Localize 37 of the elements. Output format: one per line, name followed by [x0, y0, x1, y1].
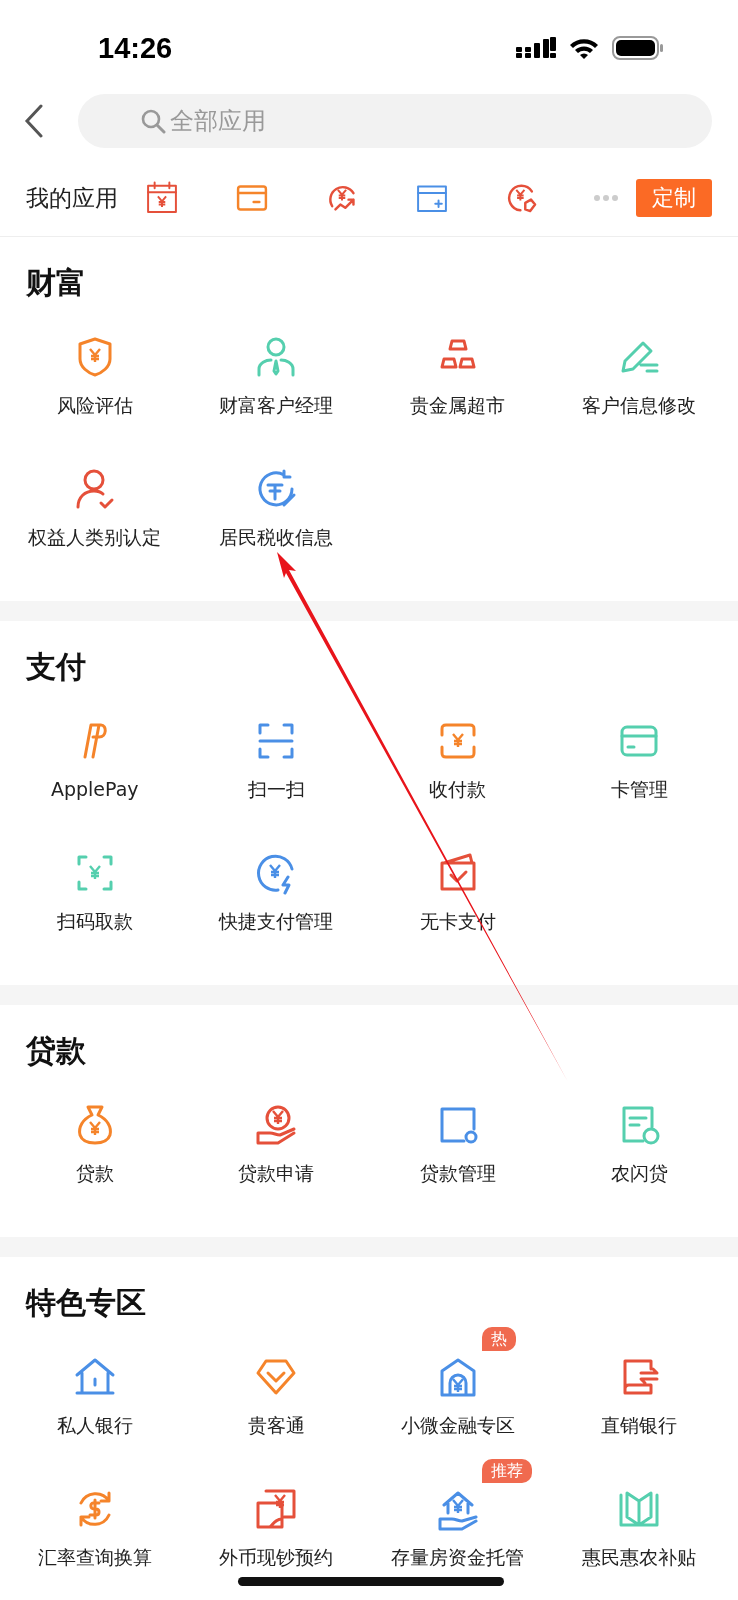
app-label[interactable]: 收付款	[429, 777, 487, 801]
app-label[interactable]: 私人银行	[56, 1413, 133, 1437]
section-title: 财富	[25, 264, 87, 302]
app-label[interactable]: 惠民惠农补贴	[582, 1545, 697, 1569]
app-label[interactable]: 存量房资金托管	[391, 1545, 525, 1569]
app-label[interactable]: 贵金属超市	[410, 393, 506, 417]
app-label[interactable]: 贷款管理	[419, 1161, 496, 1185]
app-label[interactable]: 权益人类别认定	[28, 525, 162, 549]
app-label[interactable]: 居民税收信息	[219, 525, 334, 549]
section-title: 贷款	[25, 1032, 87, 1070]
badge: 推荐	[481, 1459, 532, 1483]
section-title: 支付	[25, 648, 87, 686]
section-title: 特色专区	[24, 1284, 147, 1322]
app-label[interactable]: 贵客通	[247, 1413, 305, 1437]
app-label[interactable]: 财富客户经理	[219, 393, 334, 417]
app-label[interactable]: 卡管理	[610, 777, 668, 801]
app-label[interactable]: 扫一扫	[247, 777, 305, 801]
wifi-icon	[568, 36, 600, 60]
app-label[interactable]: 汇率查询换算	[37, 1545, 152, 1569]
battery-icon	[612, 36, 664, 60]
app-label[interactable]: 小微金融专区	[400, 1413, 515, 1437]
search-field[interactable]: 全部应用	[78, 94, 712, 148]
app-label[interactable]: 快捷支付管理	[219, 909, 334, 933]
app-label[interactable]: 扫码取款	[56, 909, 133, 933]
section-label: 我的应用	[26, 183, 118, 213]
app-label[interactable]: 贷款	[75, 1161, 114, 1185]
app-label[interactable]: 农闪贷	[610, 1161, 668, 1185]
app-label[interactable]: 外币现钞预约	[219, 1545, 334, 1569]
app-label[interactable]: 贷款申请	[238, 1161, 315, 1185]
back-icon[interactable]	[24, 104, 44, 138]
signal-icon	[516, 37, 556, 59]
badge: 热	[481, 1327, 516, 1351]
app-label[interactable]: 风险评估	[56, 393, 133, 417]
app-label[interactable]: 客户信息修改	[582, 393, 697, 417]
status-time: 14:26	[98, 30, 173, 65]
app-label[interactable]: 直销银行	[601, 1413, 678, 1437]
app-label[interactable]: ApplePay	[50, 777, 139, 801]
